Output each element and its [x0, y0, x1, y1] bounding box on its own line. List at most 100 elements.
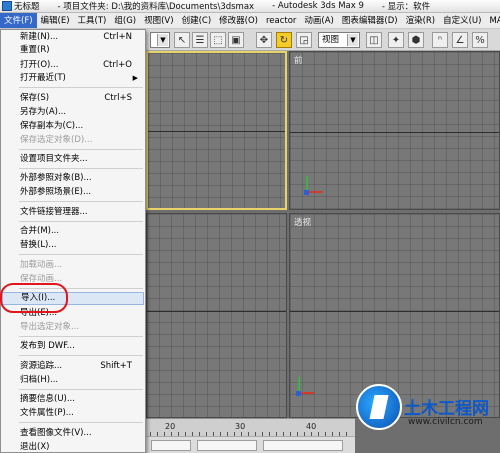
title-bar: 无标题 - 项目文件夹: D:\我的资料库\Documents\3dsmax -… [0, 0, 500, 13]
menu-item-load-animation: 加载动画... [2, 259, 144, 272]
chevron-down-icon: ▼ [347, 34, 358, 46]
watermark: 土木工程网 www.civilcn.com [353, 380, 500, 453]
menu-item-publish-dwf[interactable]: 发布到 DWF... [2, 340, 144, 353]
menu-separator [19, 201, 143, 202]
menu-item-replace[interactable]: 替换(L)... [2, 239, 144, 252]
menu-tools[interactable]: 工具(T) [74, 13, 111, 28]
menu-views[interactable]: 视图(V) [140, 13, 177, 28]
menu-item-label: 设置项目文件夹... [20, 154, 88, 164]
menu-item-label: 退出(X) [20, 442, 50, 452]
shortcut-label: Ctrl+S [104, 93, 132, 103]
menu-item-merge[interactable]: 合并(M)... [2, 225, 144, 238]
menu-item-file-link-manager[interactable]: 文件链接管理器... [2, 206, 144, 219]
menu-separator [19, 221, 143, 222]
menu-item-label: 加载动画... [20, 260, 63, 270]
rotate-icon[interactable]: ↻ [276, 32, 292, 48]
window-crossing-icon[interactable]: ▣ [228, 32, 244, 48]
status-bar [145, 436, 355, 453]
menu-item-exit[interactable]: 退出(X) [2, 441, 144, 453]
menu-item-label: 外部参照对象(B)... [20, 173, 92, 183]
menu-maxscript[interactable]: MAXScript(M) [485, 13, 500, 28]
menu-item-view-image-file[interactable]: 查看图像文件(V)... [2, 427, 144, 440]
menu-separator [19, 389, 143, 390]
shortcut-label: Ctrl+O [103, 60, 132, 70]
menu-item-summary-info[interactable]: 摘要信息(U)... [2, 393, 144, 406]
menu-item-save[interactable]: 保存(S) Ctrl+S [2, 92, 144, 105]
select-by-name-icon[interactable]: ☰ [192, 32, 208, 48]
pivot-center-icon[interactable]: ◫ [366, 32, 382, 48]
viewport-left[interactable] [146, 213, 287, 418]
menu-animation[interactable]: 动画(A) [300, 13, 337, 28]
menu-separator [19, 254, 143, 255]
menu-modifiers[interactable]: 修改器(O) [215, 13, 262, 28]
menu-separator [19, 168, 143, 169]
menu-item-xref-objects[interactable]: 外部参照对象(B)... [2, 172, 144, 185]
menu-item-save-as[interactable]: 另存为(A)... [2, 106, 144, 119]
menu-group[interactable]: 组(G) [110, 13, 140, 28]
timeline-tick-label: 20 [165, 422, 176, 431]
menu-reactor[interactable]: reactor [262, 13, 300, 28]
watermark-title: 土木工程网 [404, 399, 489, 419]
menu-item-label: 打开(O)... [20, 60, 59, 70]
file-menu-dropdown: 新建(N)... Ctrl+N 重置(R) 打开(O)... Ctrl+O 打开最近… [0, 29, 146, 453]
scale-icon[interactable]: ◲ [296, 32, 312, 48]
annotation-circle [0, 283, 68, 313]
select-and-manipulate-icon[interactable]: ✦ [388, 32, 404, 48]
menu-edit[interactable]: 编辑(E) [37, 13, 74, 28]
menu-item-label: 发布到 DWF... [20, 341, 75, 351]
viewport-front[interactable]: 前 [289, 51, 500, 210]
shortcut-label: Shift+T [100, 361, 132, 371]
app-name-text: - Autodesk 3ds Max 9 [272, 1, 364, 11]
display-mode-text: - 显示：软件 [381, 2, 431, 12]
menu-graph-editors[interactable]: 图表编辑器(D) [338, 13, 402, 28]
shortcut-label: Ctrl+N [103, 32, 132, 42]
menu-item-label: 外部参照场景(E)... [20, 187, 92, 197]
move-icon[interactable]: ✥ [256, 32, 272, 48]
menu-item-xref-scene[interactable]: 外部参照场景(E)... [2, 186, 144, 199]
snaps-toggle-icon[interactable]: ⁿ [432, 32, 448, 48]
menu-item-asset-tracking[interactable]: 资源追踪... Shift+T [2, 360, 144, 373]
menu-customize[interactable]: 自定义(U) [439, 13, 485, 28]
selection-filter-dropdown[interactable]: ▼ [150, 32, 170, 48]
timeline-track[interactable]: 20 30 40 [145, 418, 355, 436]
menu-item-open-recent[interactable]: 打开最近(T) ▶ [2, 72, 144, 85]
menu-rendering[interactable]: 渲染(R) [402, 13, 440, 28]
timeline-tick-label: 30 [235, 422, 246, 431]
menu-file[interactable]: 文件(F) [0, 13, 37, 28]
menu-item-label: 归档(H)... [20, 375, 59, 385]
menu-item-save-selected: 保存选定对象(D)... [2, 134, 144, 147]
menu-item-label: 查看图像文件(V)... [20, 428, 92, 438]
viewport-label: 透视 [294, 218, 312, 228]
menu-item-file-properties[interactable]: 文件属性(P)... [2, 407, 144, 420]
menu-item-set-project-folder[interactable]: 设置项目文件夹... [2, 153, 144, 166]
menu-item-export-selected: 导出选定对象... [2, 321, 144, 334]
menu-item-label: 保存选定对象(D)... [20, 135, 93, 145]
menu-separator [19, 336, 143, 337]
menu-item-label: 导出选定对象... [20, 322, 80, 332]
axis-gizmo-icon [296, 377, 316, 397]
menu-item-label: 文件链接管理器... [20, 207, 88, 217]
reference-coordinate-value: 视图 [322, 35, 340, 45]
viewport-top[interactable] [146, 51, 287, 210]
menu-item-open[interactable]: 打开(O)... Ctrl+O [2, 59, 144, 72]
window-title: 无标题 [14, 2, 40, 12]
menu-item-label: 文件属性(P)... [20, 408, 74, 418]
menu-item-reset[interactable]: 重置(R) [2, 44, 144, 57]
status-field [151, 440, 191, 451]
menu-item-save-copy-as[interactable]: 保存副本为(C)... [2, 120, 144, 133]
menu-separator [19, 422, 143, 423]
menu-create[interactable]: 创建(C) [178, 13, 216, 28]
keyboard-shortcut-override-icon[interactable]: ⬢ [408, 32, 424, 48]
menu-item-label: 资源追踪... [20, 361, 63, 371]
status-field [197, 440, 257, 451]
reference-coordinate-dropdown[interactable]: 视图 ▼ [318, 32, 360, 48]
axis-gizmo-icon [304, 176, 324, 196]
menu-item-new[interactable]: 新建(N)... Ctrl+N [2, 31, 144, 44]
angle-snap-icon[interactable]: ∠ [452, 32, 468, 48]
percent-snap-icon[interactable]: % [472, 32, 488, 48]
select-object-icon[interactable]: ↖ [174, 32, 190, 48]
menu-item-archive[interactable]: 归档(H)... [2, 374, 144, 387]
menu-separator [19, 149, 143, 150]
rectangular-selection-icon[interactable]: ⬚ [210, 32, 226, 48]
menu-item-label: 保存(S) [20, 93, 50, 103]
